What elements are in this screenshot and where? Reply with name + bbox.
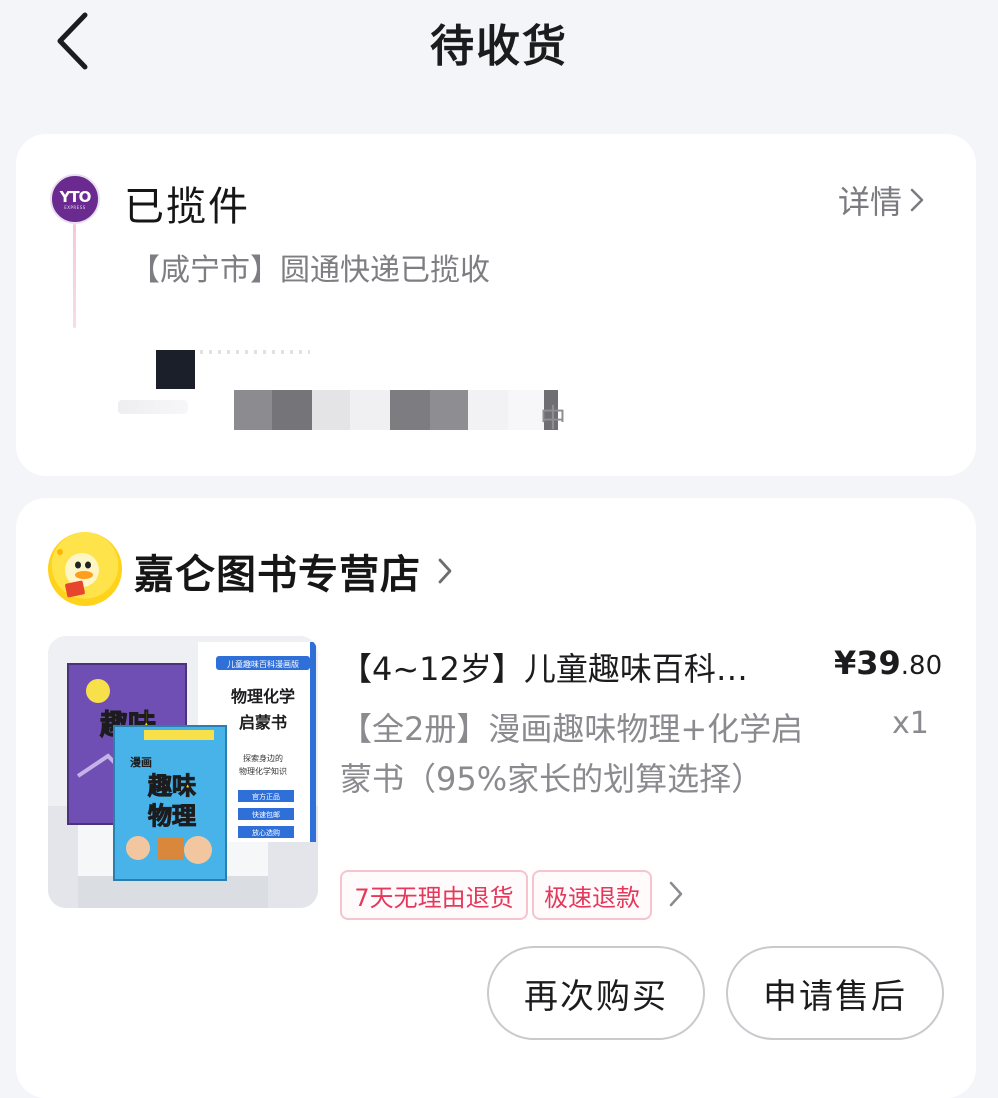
- logistics-description: 【咸宁市】圆通快递已揽收: [130, 253, 490, 288]
- buy-again-button[interactable]: 再次购买: [487, 946, 705, 1040]
- partial-address-text: 中: [540, 404, 567, 434]
- redaction-mosaic: [234, 390, 558, 430]
- svg-text:漫画: 漫画: [130, 755, 152, 769]
- tag-no-reason-return[interactable]: 7天无理由退货: [340, 870, 528, 920]
- product-quantity: x1: [892, 706, 929, 741]
- book-cover-illustration: 儿童趣味百科漫画版 物理化学 启蒙书 探索身边的 物理化学知识 官方正品 快速包…: [48, 636, 318, 908]
- redaction-faded: [118, 400, 188, 414]
- chevron-right-icon: [669, 881, 683, 907]
- tags-more-button[interactable]: [668, 880, 684, 912]
- product-image[interactable]: 儿童趣味百科漫画版 物理化学 启蒙书 探索身边的 物理化学知识 官方正品 快速包…: [48, 636, 318, 908]
- chevron-right-icon: [910, 188, 924, 212]
- product-spec: 【全2册】漫画趣味物理+化学启蒙书（95%家长的划算选择）: [340, 710, 804, 798]
- svg-text:物理化学: 物理化学: [231, 687, 295, 706]
- store-name-link[interactable]: 嘉仑图书专营店: [134, 542, 453, 600]
- svg-text:放心选购: 放心选购: [252, 828, 280, 837]
- store-name: 嘉仑图书专营店: [134, 552, 421, 598]
- svg-text:官方正品: 官方正品: [252, 792, 280, 801]
- store-avatar[interactable]: [48, 532, 122, 606]
- svg-text:启蒙书: 启蒙书: [239, 713, 287, 732]
- product-title[interactable]: 【4~12岁】儿童趣味百科…: [340, 644, 810, 690]
- page-title: 待收货: [430, 21, 568, 72]
- tag-fast-refund[interactable]: 极速退款: [532, 870, 652, 920]
- logistics-status: 已揽件: [124, 184, 250, 230]
- product-price: ¥39.80: [834, 644, 943, 682]
- detail-label: 详情: [838, 183, 903, 221]
- logistics-detail-link[interactable]: 详情: [838, 180, 924, 221]
- svg-text:物理化学知识: 物理化学知识: [239, 766, 287, 776]
- courier-logo: YTO EXPRESS: [50, 174, 100, 224]
- svg-text:物理: 物理: [148, 802, 196, 830]
- svg-text:探索身边的: 探索身边的: [243, 753, 283, 763]
- redaction-dots: [200, 350, 310, 354]
- redaction-block: [156, 350, 195, 389]
- chevron-right-icon: [438, 558, 452, 584]
- svg-text:趣味: 趣味: [147, 772, 196, 800]
- svg-text:儿童趣味百科漫画版: 儿童趣味百科漫画版: [227, 659, 299, 669]
- duck-mascot-icon: [57, 549, 99, 598]
- timeline-line: [73, 224, 76, 328]
- after-sales-button[interactable]: 申请售后: [726, 946, 944, 1040]
- svg-text:快速包邮: 快速包邮: [252, 810, 280, 819]
